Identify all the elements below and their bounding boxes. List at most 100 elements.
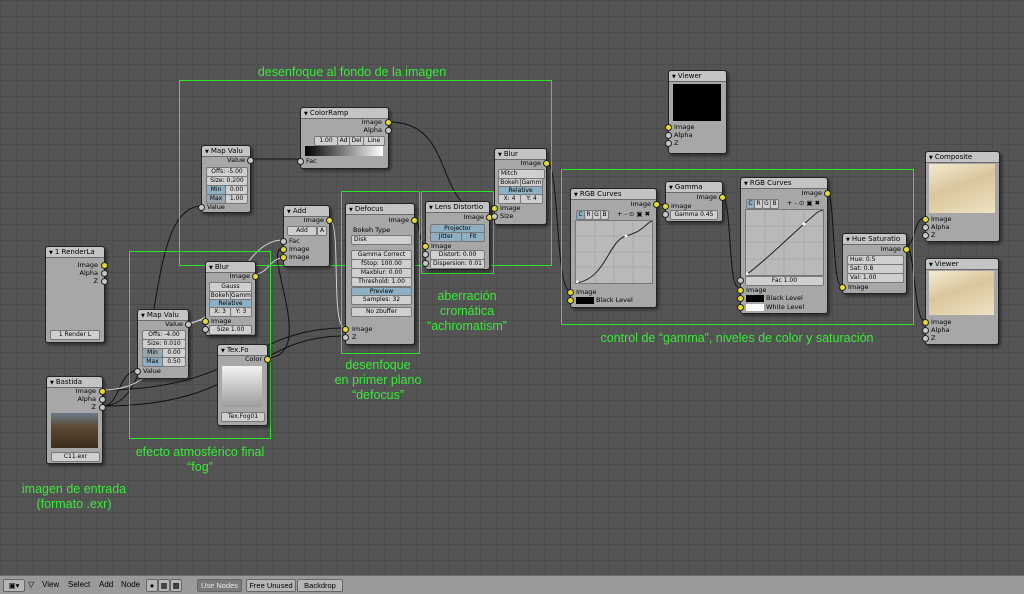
lens-distortion-dispersion-field[interactable]: Dispersion: 0.01 [430, 259, 485, 269]
blur-top-image-socket[interactable] [491, 205, 498, 212]
render-layers-field[interactable]: 1 Render L [50, 330, 100, 340]
blur-top-size-socket[interactable] [491, 213, 498, 220]
defocus-z-socket[interactable] [342, 334, 349, 341]
blur-low-image-socket[interactable] [202, 318, 209, 325]
add-node[interactable]: ▼ Add Image Add A Fac Image Image [280, 205, 333, 267]
material-nodes-icon[interactable]: ● [146, 579, 158, 592]
defocus-image-socket[interactable] [342, 326, 349, 333]
map-value-low-in-socket[interactable] [134, 368, 141, 375]
editor-type-menu[interactable]: ▣▾ [3, 579, 25, 592]
composite-alpha-socket[interactable] [922, 224, 929, 231]
use-nodes-toggle[interactable]: Use Nodes [197, 579, 242, 592]
gamma-image-socket[interactable] [662, 203, 669, 210]
add-mode-select[interactable]: Add [287, 226, 317, 236]
lens-distortion-distort-socket[interactable] [422, 251, 429, 258]
gamma-out-socket[interactable] [719, 194, 726, 201]
map-value-low-node[interactable]: ▼ Map Valu Value Offs: -4.00 Size: 0.010 … [134, 309, 192, 379]
lens-distortion-image-socket[interactable] [422, 243, 429, 250]
lens-distortion-jitter-toggle[interactable]: Jitter [430, 232, 462, 242]
defocus-out-socket[interactable] [411, 217, 418, 224]
color-ramp-node[interactable]: ▼ ColorRamp Image Alpha 1.00 Ad Del Line … [297, 107, 392, 169]
rgb-curves-2-white-socket[interactable] [737, 304, 744, 311]
gamma-node[interactable]: ▼ Gamma Image Image Gamma 0.45 [662, 181, 726, 222]
node-editor-canvas[interactable]: desenfoque al fondo de la imagen aberrac… [0, 0, 1024, 575]
map-value-low-max-toggle[interactable]: Max [142, 357, 163, 367]
tex-fog-texture-field[interactable]: Tex.Fog01 [221, 412, 265, 422]
lens-distortion-node[interactable]: ▼ Lens Distortio Image Projector Jitter F… [422, 201, 493, 270]
rgb-curves-1-black-socket[interactable] [567, 297, 574, 304]
blur-top-node[interactable]: ▼ Blur Image Mitch Bokeh Gamm Relative X:… [491, 148, 550, 225]
blur-low-node[interactable]: ▼ Blur Image Gauss Bokeh Gamm Relative X:… [202, 261, 259, 336]
blur-low-out-socket[interactable] [252, 273, 259, 280]
blur-top-y-field[interactable]: Y: 4 [520, 194, 543, 204]
color-ramp-fac-socket[interactable] [297, 158, 304, 165]
free-unused-button[interactable]: Free Unused [246, 579, 296, 592]
rgb-curves-2-out-socket[interactable] [824, 190, 831, 197]
rgb-curves-2-black-swatch[interactable] [746, 295, 764, 302]
rgb-curves-2-fac-socket[interactable] [737, 277, 744, 284]
defocus-header[interactable]: ▼ Defocus [346, 204, 414, 215]
viewer-top-z-socket[interactable] [665, 140, 672, 147]
color-ramp-interp-select[interactable]: Line [363, 136, 385, 146]
menu-add[interactable]: Add [99, 580, 113, 589]
hue-sat-out-socket[interactable] [903, 246, 910, 253]
tex-fog-color-socket[interactable] [264, 356, 271, 363]
bastida-alpha-socket[interactable] [99, 396, 106, 403]
blur-low-x-field[interactable]: X: 3 [209, 307, 231, 317]
hue-sat-val-slider[interactable]: Val: 1.00 [847, 273, 904, 283]
hue-sat-node[interactable]: ▼ Hue Saturatio Image Hue: 0.5 Sat: 0.8 V… [839, 233, 910, 294]
hue-sat-image-socket[interactable] [839, 284, 846, 291]
bastida-file-field[interactable]: C11.exr [51, 452, 100, 462]
render-layers-image-socket[interactable] [101, 262, 108, 269]
render-layers-z-socket[interactable] [101, 278, 108, 285]
lens-distortion-fit-toggle[interactable]: Fit [461, 232, 485, 242]
rgb-curves-1-image-socket[interactable] [567, 289, 574, 296]
defocus-threshold-field[interactable]: Threshold: 1.00 [351, 277, 412, 287]
render-layers-header[interactable]: ▼ 1 RenderLa [46, 247, 104, 258]
color-ramp-pos-field[interactable]: 1.00 [314, 136, 338, 146]
map-value-top-in-socket[interactable] [198, 204, 205, 211]
viewer-bottom-node[interactable]: ▼ Viewer Image Alpha Z [922, 258, 999, 345]
menu-view[interactable]: View [42, 580, 59, 589]
render-layers-node[interactable]: ▼ 1 RenderLa Image Alpha Z 1 Render L [45, 246, 108, 343]
bastida-z-socket[interactable] [99, 404, 106, 411]
rgb-curves-1-out-socket[interactable] [653, 201, 660, 208]
viewer-top-alpha-socket[interactable] [665, 132, 672, 139]
composite-node[interactable]: ▼ Composite Image Alpha Z [922, 151, 1000, 242]
rgb-curves-2-graph[interactable] [745, 209, 824, 276]
defocus-nozbuffer-toggle[interactable]: No zbuffer [351, 307, 412, 317]
rgb-curves-1-node[interactable]: ▼ RGB Curves Image C R G B + - ⊙ ▣ ✖ Imag… [567, 188, 660, 308]
rgb-curves-2-tools-icon[interactable]: + - ⊙ ▣ ✖ [787, 199, 820, 207]
backdrop-toggle[interactable]: Backdrop [297, 579, 343, 592]
map-value-top-node[interactable]: ▼ Map Valu Value Offs: -5.00 Size: 0.200 … [198, 145, 254, 213]
menu-node[interactable]: Node [121, 580, 140, 589]
viewer-bottom-z-socket[interactable] [922, 335, 929, 342]
blur-low-size-socket[interactable] [202, 326, 209, 333]
rgb-curves-2-header[interactable]: ▼ RGB Curves [741, 178, 827, 189]
render-layers-alpha-socket[interactable] [101, 270, 108, 277]
hue-sat-header[interactable]: ▼ Hue Saturatio [843, 234, 906, 245]
defocus-bokeh-select[interactable]: Disk [351, 235, 412, 245]
defocus-node[interactable]: ▼ Defocus Image Bokeh Type Disk Gamma Cor… [342, 203, 418, 345]
composite-header[interactable]: ▼ Composite [926, 152, 999, 163]
color-ramp-del-button[interactable]: Del [349, 136, 364, 146]
add-fac-socket[interactable] [280, 238, 287, 245]
viewer-top-node[interactable]: ▼ Viewer Image Alpha Z [665, 70, 727, 154]
collapse-triangle-icon[interactable]: ▽ [28, 580, 34, 589]
rgb-curves-2-node[interactable]: ▼ RGB Curves Image C R G B + - ⊙ ▣ ✖ Fac … [737, 177, 831, 314]
map-value-low-out-socket[interactable] [185, 321, 192, 328]
add-out-socket[interactable] [326, 217, 333, 224]
viewer-bottom-header[interactable]: ▼ Viewer [926, 259, 998, 270]
viewer-bottom-image-socket[interactable] [922, 319, 929, 326]
add-image2-socket[interactable] [280, 254, 287, 261]
map-value-top-max[interactable]: 1.00 [225, 194, 248, 204]
color-ramp-image-socket[interactable] [385, 119, 392, 126]
viewer-bottom-alpha-socket[interactable] [922, 327, 929, 334]
add-image1-socket[interactable] [280, 246, 287, 253]
rgb-curves-1-graph[interactable] [575, 220, 653, 284]
gamma-header[interactable]: ▼ Gamma [666, 182, 722, 193]
rgb-curves-1-tools-icon[interactable]: + - ⊙ ▣ ✖ [617, 210, 650, 218]
map-value-low-max[interactable]: 0.50 [162, 357, 186, 367]
map-value-top-out-socket[interactable] [247, 157, 254, 164]
viewer-top-image-socket[interactable] [665, 124, 672, 131]
